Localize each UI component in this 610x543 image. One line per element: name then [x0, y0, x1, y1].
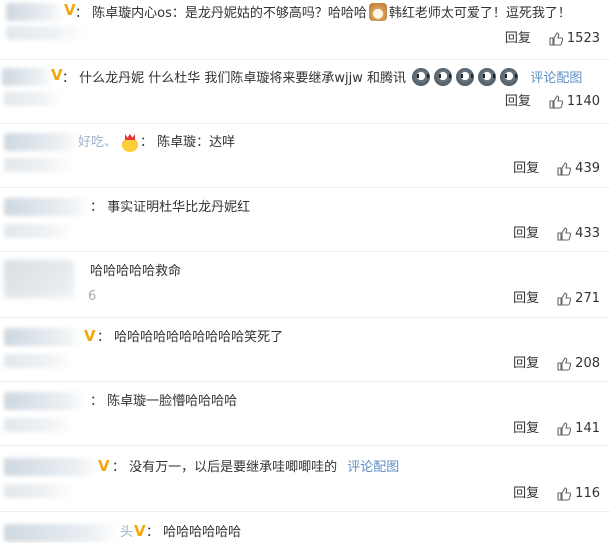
username-partial[interactable]: 好吃、 — [78, 134, 117, 152]
meta-partial: 6 — [88, 289, 97, 304]
comment-image-link[interactable]: 评论配图 — [347, 460, 399, 475]
reply-button[interactable]: 回复 — [513, 486, 539, 502]
reply-button[interactable]: 回复 — [513, 291, 539, 307]
comment-image-link[interactable]: 评论配图 — [530, 71, 582, 86]
thumbs-up-icon[interactable] — [557, 422, 572, 436]
like-count: 271 — [575, 291, 600, 306]
blurred-meta — [4, 484, 74, 498]
comment-text-main: ： 什么龙丹妮 什么杜华 我们陈卓璇将来要继承wjjw 和腾讯 — [62, 71, 407, 86]
comment-text-main: ： 陈卓璇内心os：是龙丹妮姑的不够高吗？哈哈哈 — [75, 6, 367, 21]
blurred-meta — [4, 354, 74, 368]
blurred-meta — [4, 224, 74, 238]
like-count: 433 — [575, 226, 600, 241]
comment-text: ： 陈卓璇内心os：是龙丹妮姑的不够高吗？哈哈哈 韩红老师太可爱了！逗死我了！ — [75, 3, 571, 23]
reply-button[interactable]: 回复 — [513, 356, 539, 372]
verified-badge-icon: V — [64, 1, 76, 19]
comment-item: ： 陈卓璇一脸懵哈哈哈哈 回复 141 — [0, 382, 610, 446]
reply-button[interactable]: 回复 — [513, 161, 539, 177]
verified-badge-icon: V — [98, 457, 110, 475]
comment-text: ： 哈哈哈哈哈哈哈哈哈哈笑死了 — [97, 329, 283, 347]
like-count: 208 — [575, 356, 600, 371]
username-partial[interactable]: 头 — [120, 524, 133, 542]
comment-actions: 回复 208 — [513, 356, 600, 372]
blurred-username — [4, 133, 80, 151]
crown-icon — [122, 138, 138, 152]
comment-item: 哈哈哈哈哈救命 6 回复 271 — [0, 252, 610, 318]
comment-item: V ： 什么龙丹妮 什么杜华 我们陈卓璇将来要继承wjjw 和腾讯 评论配图 回… — [0, 60, 610, 124]
comment-actions: 回复 1140 — [505, 94, 600, 110]
comment-text-main: ： 事实证明杜华比龙丹妮红 — [90, 200, 251, 215]
comment-item: 头 V ： 哈哈哈哈哈哈 — [0, 512, 610, 543]
reply-button[interactable]: 回复 — [513, 226, 539, 242]
like-count: 116 — [575, 486, 600, 501]
like-count: 439 — [575, 161, 600, 176]
thumbs-up-icon[interactable] — [557, 292, 572, 306]
face-emoji-icon — [412, 68, 431, 86]
like-count: 141 — [575, 421, 600, 436]
blurred-username — [4, 392, 86, 410]
thumbs-up-icon[interactable] — [557, 357, 572, 371]
comment-item: V ： 陈卓璇内心os：是龙丹妮姑的不够高吗？哈哈哈 韩红老师太可爱了！逗死我了！… — [0, 0, 610, 60]
reply-button[interactable]: 回复 — [505, 31, 531, 47]
thumbs-up-icon[interactable] — [557, 227, 572, 241]
comment-text-main: 哈哈哈哈哈救命 — [90, 264, 182, 279]
comment-text-main: ： 哈哈哈哈哈哈哈哈哈哈笑死了 — [97, 330, 284, 345]
blurred-username — [4, 458, 100, 476]
blurred-meta — [4, 418, 74, 432]
comment-text: ： 什么龙丹妮 什么杜华 我们陈卓璇将来要继承wjjw 和腾讯 评论配图 — [62, 68, 582, 88]
comment-actions: 回复 141 — [513, 421, 600, 437]
blurred-username — [4, 328, 82, 346]
like-count: 1140 — [566, 94, 600, 109]
comment-actions: 回复 271 — [513, 291, 600, 307]
comment-text: ： 事实证明杜华比龙丹妮红 — [90, 199, 250, 217]
comment-text: ： 陈卓璇：达咩 — [140, 134, 235, 152]
blurred-meta — [4, 158, 74, 172]
reply-button[interactable]: 回复 — [513, 421, 539, 437]
comment-text-main: ： 哈哈哈哈哈哈 — [146, 525, 242, 540]
blurred-username — [4, 524, 120, 542]
comment-item: V ： 没有万一，以后是要继承哇唧唧哇的 评论配图 回复 116 — [0, 446, 610, 512]
comment-item: V ： 哈哈哈哈哈哈哈哈哈哈笑死了 回复 208 — [0, 318, 610, 382]
comment-actions: 回复 433 — [513, 226, 600, 242]
blurred-meta — [4, 92, 64, 106]
blurred-username — [2, 68, 52, 86]
comment-actions: 回复 116 — [513, 486, 600, 502]
verified-badge-icon: V — [51, 66, 63, 84]
like-count: 1523 — [566, 31, 600, 46]
comment-text-main: ： 没有万一，以后是要继承哇唧唧哇的 — [112, 460, 338, 475]
thumbs-up-icon[interactable] — [549, 32, 563, 46]
comment-text: 哈哈哈哈哈救命 — [90, 263, 181, 281]
verified-badge-icon: V — [134, 522, 146, 540]
comment-item: 好吃、 ： 陈卓璇：达咩 回复 439 — [0, 124, 610, 188]
thumbs-up-icon[interactable] — [557, 487, 572, 501]
face-emoji-icon — [456, 68, 475, 86]
face-emoji-icon — [478, 68, 497, 86]
comment-actions: 回复 439 — [513, 161, 600, 177]
blurred-username — [6, 3, 64, 21]
comment-text: ： 哈哈哈哈哈哈 — [146, 524, 241, 542]
comment-text-main: ： 陈卓璇：达咩 — [140, 135, 236, 150]
thumbs-up-icon[interactable] — [557, 162, 572, 176]
reply-button[interactable]: 回复 — [505, 94, 531, 110]
verified-badge-icon: V — [84, 327, 96, 345]
comment-text: ： 陈卓璇一脸懵哈哈哈哈 — [90, 393, 237, 411]
blurred-username — [4, 260, 74, 298]
thumbs-up-icon[interactable] — [549, 95, 563, 109]
comment-actions: 回复 1523 — [505, 31, 600, 47]
comment-text: ： 没有万一，以后是要继承哇唧唧哇的 评论配图 — [112, 459, 399, 477]
blurred-username — [4, 198, 90, 216]
blurred-meta — [6, 26, 86, 40]
comment-text-tail: 韩红老师太可爱了！逗死我了！ — [388, 6, 571, 21]
comment-text-main: ： 陈卓璇一脸懵哈哈哈哈 — [90, 394, 238, 409]
dog-emoji-icon — [368, 3, 387, 21]
face-emoji-icon — [434, 68, 453, 86]
face-emoji-icon — [500, 68, 519, 86]
comment-item: ： 事实证明杜华比龙丹妮红 回复 433 — [0, 188, 610, 252]
